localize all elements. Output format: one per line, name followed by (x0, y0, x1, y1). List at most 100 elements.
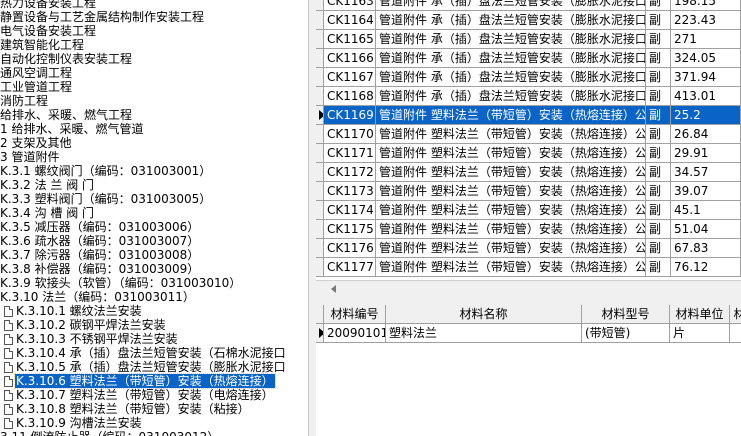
quota-price-cell[interactable]: 413.01 (671, 87, 741, 106)
quota-row[interactable]: CK1174 管道附件 塑料法兰（带短管）安装（热熔连接）公副 45.1 (316, 201, 741, 220)
tree-node[interactable]: 自动化控制仪表安装工程 (0, 52, 133, 66)
quota-name-cell[interactable]: 管道附件 承（插）盘法兰短管安装（膨胀水泥接口 (376, 68, 646, 87)
tree-node[interactable]: 通风空调工程 (0, 66, 73, 80)
quota-code-cell[interactable]: CK1166 (324, 49, 376, 68)
quota-price-cell[interactable]: 324.05 (671, 49, 741, 68)
quota-unit-cell[interactable]: 副 (646, 220, 671, 239)
quota-code-cell[interactable]: CK1170 (324, 125, 376, 144)
quota-code-cell[interactable]: CK1164 (324, 11, 376, 30)
tree-node[interactable]: K.3.4 沟 槽 阀 门 (0, 206, 95, 220)
quota-unit-cell[interactable]: 副 (646, 201, 671, 220)
quota-name-cell[interactable]: 管道附件 承（插）盘法兰短管安装（膨胀水泥接口 (376, 30, 646, 49)
quota-name-cell[interactable]: 管道附件 塑料法兰（带短管）安装（热熔连接）公 (376, 201, 646, 220)
quota-code-cell[interactable]: CK1168 (324, 87, 376, 106)
quota-name-cell[interactable]: 管道附件 塑料法兰（带短管）安装（热熔连接）公 (376, 125, 646, 144)
quota-name-cell[interactable]: 管道附件 塑料法兰（带短管）安装（热熔连接）公 (376, 258, 646, 277)
quota-unit-cell[interactable]: 副 (646, 163, 671, 182)
tree-node-selected[interactable]: K.3.10.6 塑料法兰（带短管）安装（热熔连接） (4, 373, 276, 389)
tree-node[interactable]: 3 管道附件 (0, 150, 60, 164)
tree-node[interactable]: K.3.5 减压器（编码：031003006） (0, 220, 200, 234)
tree-node[interactable]: 消防工程 (0, 94, 49, 108)
quota-price-cell[interactable]: 25.2 (671, 106, 741, 125)
quota-row[interactable]: CK1167 管道附件 承（插）盘法兰短管安装（膨胀水泥接口副 371.94 (316, 68, 741, 87)
quota-row[interactable]: CK1166 管道附件 承（插）盘法兰短管安装（膨胀水泥接口副 324.05 (316, 49, 741, 68)
quota-name-cell[interactable]: 管道附件 承（插）盘法兰短管安装（膨胀水泥接口 (376, 11, 646, 30)
material-code-cell[interactable]: 20090101 (324, 324, 386, 343)
pane-splitter[interactable] (308, 0, 316, 436)
chapter-tree[interactable]: 热力设备安装工程 静置设备与工艺金属结构制作安装工程 电气设备安装工程 建筑智能化工程… (0, 0, 308, 436)
tree-node[interactable]: K.3.8 补偿器（编码：031003009） (0, 262, 200, 276)
quota-code-cell[interactable]: CK1174 (324, 201, 376, 220)
quota-code-cell[interactable]: CK1175 (324, 220, 376, 239)
quota-row[interactable]: CK1172 管道附件 塑料法兰（带短管）安装（热熔连接）公副 34.57 (316, 163, 741, 182)
quota-row[interactable]: CK1176 管道附件 塑料法兰（带短管）安装（热熔连接）公副 67.83 (316, 239, 741, 258)
quota-price-cell[interactable]: 51.04 (671, 220, 741, 239)
header-material-name[interactable]: 材料名称 (386, 305, 582, 324)
quota-row[interactable]: CK1173 管道附件 塑料法兰（带短管）安装（热熔连接）公副 39.07 (316, 182, 741, 201)
tree-node[interactable]: K.3.9 软接头（软管）（编码：031003010） (0, 276, 242, 290)
tree-node[interactable]: K.3.2 法 兰 阀 门 (0, 178, 95, 192)
header-material-code[interactable]: 材料编号 (324, 305, 386, 324)
quota-name-cell[interactable]: 管道附件 塑料法兰（带短管）安装（热熔连接）公 (376, 239, 646, 258)
tree-node[interactable]: 给排水、采暖、燃气工程 (0, 108, 133, 122)
tree-node[interactable]: K.3.10.4 承（插）盘法兰短管安装（石棉水泥接口 (4, 346, 287, 360)
quota-name-cell[interactable]: 管道附件 承（插）盘法兰短管安装（膨胀水泥接口 (376, 87, 646, 106)
tree-node[interactable]: K.3.10 法兰（编码：031003011） (0, 290, 196, 304)
tree-node[interactable]: K.3.10.7 塑料法兰（带短管）安装（电熔连接） (4, 388, 275, 402)
material-unit-cell[interactable]: 片 (670, 324, 730, 343)
quota-price-cell[interactable]: 198.15 (671, 0, 741, 11)
quota-code-cell[interactable]: CK1173 (324, 182, 376, 201)
quota-name-cell[interactable]: 管道附件 塑料法兰（带短管）安装（热熔连接）公 (376, 220, 646, 239)
quota-code-cell[interactable]: CK1171 (324, 144, 376, 163)
tree-node[interactable]: K.3.1 螺纹阀门（编码：031003001） (0, 164, 212, 178)
quota-code-cell[interactable]: CK1176 (324, 239, 376, 258)
quota-price-cell[interactable]: 371.94 (671, 68, 741, 87)
quota-code-cell[interactable]: CK1172 (324, 163, 376, 182)
quota-price-cell[interactable]: 29.91 (671, 144, 741, 163)
quota-name-cell[interactable]: 管道附件 塑料法兰（带短管）安装（热熔连接）公 (376, 163, 646, 182)
quota-unit-cell[interactable]: 副 (646, 106, 671, 125)
quota-name-cell[interactable]: 管道附件 塑料法兰（带短管）安装（热熔连接）公 (376, 182, 646, 201)
tree-node[interactable]: 静置设备与工艺金属结构制作安装工程 (0, 10, 205, 24)
quota-row[interactable]: CK1164 管道附件 承（插）盘法兰短管安装（膨胀水泥接口副 223.43 (316, 11, 741, 30)
quota-unit-cell[interactable]: 副 (646, 68, 671, 87)
quota-unit-cell[interactable]: 副 (646, 239, 671, 258)
material-row[interactable]: 20090101 塑料法兰 (带短管) 片 (316, 324, 741, 343)
quota-code-cell[interactable]: CK1165 (324, 30, 376, 49)
tree-node[interactable]: K.3.10.5 承（插）盘法兰短管安装（膨胀水泥接口 (4, 360, 287, 374)
quota-price-cell[interactable]: 76.12 (671, 258, 741, 277)
material-model-cell[interactable]: (带短管) (582, 324, 670, 343)
tree-node[interactable]: 建筑智能化工程 (0, 38, 85, 52)
tree-node[interactable]: 热力设备安装工程 (0, 0, 97, 10)
quota-unit-cell[interactable]: 副 (646, 0, 671, 11)
quota-unit-cell[interactable]: 副 (646, 182, 671, 201)
quota-row[interactable]: CK1168 管道附件 承（插）盘法兰短管安装（膨胀水泥接口副 413.01 (316, 87, 741, 106)
quota-price-cell[interactable]: 223.43 (671, 11, 741, 30)
quota-name-cell[interactable]: 管道附件 塑料法兰（带短管）安装（热熔连接）公 (376, 144, 646, 163)
tree-node[interactable]: K.3.10.9 沟槽法兰安装 (4, 416, 143, 430)
quota-unit-cell[interactable]: 副 (646, 30, 671, 49)
quota-price-cell[interactable]: 271 (671, 30, 741, 49)
quota-unit-cell[interactable]: 副 (646, 144, 671, 163)
tree-node[interactable]: 工业管道工程 (0, 80, 73, 94)
header-material-model[interactable]: 材料型号 (582, 305, 670, 324)
quota-unit-cell[interactable]: 副 (646, 49, 671, 68)
quota-grid-hscrollbar[interactable] (316, 280, 741, 297)
quota-code-cell[interactable]: CK1177 (324, 258, 376, 277)
scroll-left-arrow-icon[interactable] (328, 283, 342, 296)
quota-unit-cell[interactable]: 副 (646, 87, 671, 106)
tree-node[interactable]: 3.11 倒流防止器（编码：031003012） (0, 430, 220, 436)
quota-name-cell[interactable]: 管道附件 塑料法兰（带短管）安装（热熔连接）公 (376, 106, 646, 125)
quota-row[interactable]: CK1163 管道附件 承（插）盘法兰短管安装（膨胀水泥接口副 198.15 (316, 0, 741, 11)
material-extra-cell[interactable] (730, 324, 741, 343)
quota-price-cell[interactable]: 39.07 (671, 182, 741, 201)
material-name-cell[interactable]: 塑料法兰 (386, 324, 582, 343)
header-material-unit[interactable]: 材料单位 (670, 305, 730, 324)
quota-price-cell[interactable]: 67.83 (671, 239, 741, 258)
tree-node[interactable]: 2 支架及其他 (0, 136, 72, 150)
quota-code-cell[interactable]: CK1169 (324, 106, 376, 125)
quota-row[interactable]: CK1170 管道附件 塑料法兰（带短管）安装（热熔连接）公副 26.84 (316, 125, 741, 144)
quota-row[interactable]: CK1171 管道附件 塑料法兰（带短管）安装（热熔连接）公副 29.91 (316, 144, 741, 163)
quota-unit-cell[interactable]: 副 (646, 11, 671, 30)
quota-price-cell[interactable]: 45.1 (671, 201, 741, 220)
